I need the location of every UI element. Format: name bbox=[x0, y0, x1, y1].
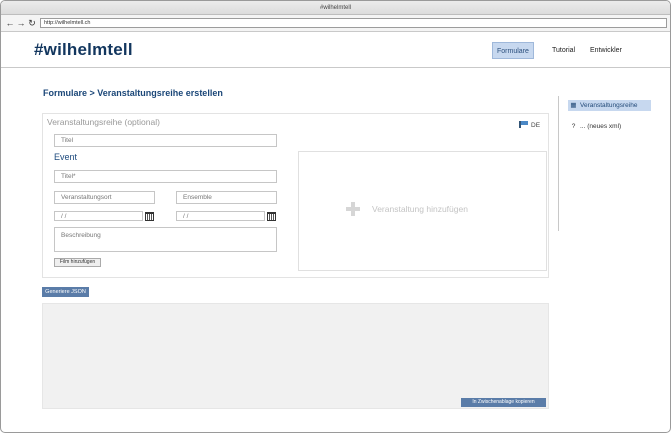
nav-tutorial[interactable]: Tutorial bbox=[548, 42, 579, 59]
sidebar-divider bbox=[558, 96, 559, 231]
back-icon[interactable]: ← bbox=[5, 18, 15, 28]
add-event-label: Veranstaltung hinzufügen bbox=[372, 204, 468, 214]
sidebar-item-label: Veranstaltungsreihe bbox=[580, 102, 638, 109]
json-output-area[interactable]: In Zwischenablage kopieren bbox=[42, 303, 549, 409]
flag-icon bbox=[519, 121, 528, 128]
site-header: #wilhelmtell Formulare Tutorial Entwickl… bbox=[1, 32, 670, 68]
add-event-area[interactable]: Veranstaltung hinzufügen bbox=[298, 151, 547, 271]
event-title-input[interactable]: Titel* bbox=[54, 170, 277, 183]
sidebar-item-veranstaltungsreihe[interactable]: ▦ Veranstaltungsreihe bbox=[568, 100, 651, 111]
copy-to-clipboard-button[interactable]: In Zwischenablage kopieren bbox=[461, 398, 546, 407]
browser-window: #wilhelmtell ← → ↻ http://wilhelmtell.ch… bbox=[0, 0, 671, 433]
panel-title: Veranstaltungsreihe (optional) bbox=[47, 117, 160, 127]
add-film-button[interactable]: Film hinzufügen bbox=[54, 258, 101, 267]
venue-input[interactable]: Veranstaltungsort bbox=[54, 191, 155, 204]
sidebar-item-label: ... (neues xml) bbox=[580, 123, 622, 130]
sidebar-item-new-xml[interactable]: ? ... (neues xml) bbox=[568, 121, 622, 132]
nav-formulare[interactable]: Formulare bbox=[492, 42, 534, 59]
site-logo[interactable]: #wilhelmtell bbox=[34, 40, 133, 60]
help-icon: ? bbox=[571, 123, 576, 130]
series-title-input[interactable]: Titel bbox=[54, 134, 277, 147]
date-to-input[interactable]: / / bbox=[176, 211, 265, 221]
generate-json-button[interactable]: Generiere JSON bbox=[42, 287, 89, 297]
language-label: DE bbox=[531, 122, 541, 129]
url-field[interactable]: http://wilhelmtell.ch bbox=[40, 18, 667, 28]
window-title: #wilhelmtell bbox=[1, 1, 670, 15]
ensemble-input[interactable]: Ensemble bbox=[176, 191, 277, 204]
plus-icon bbox=[346, 202, 360, 216]
calendar-icon[interactable] bbox=[145, 212, 154, 221]
reload-icon[interactable]: ↻ bbox=[27, 18, 37, 28]
calendar-icon: ▦ bbox=[570, 102, 577, 109]
forward-icon[interactable]: → bbox=[16, 18, 26, 28]
event-heading: Event bbox=[54, 152, 78, 162]
date-from-input[interactable]: / / bbox=[54, 211, 143, 221]
breadcrumb: Formulare > Veranstaltungsreihe erstelle… bbox=[43, 88, 223, 98]
browser-toolbar: ← → ↻ http://wilhelmtell.ch bbox=[1, 15, 670, 32]
calendar-icon[interactable] bbox=[267, 212, 276, 221]
nav-entwickler[interactable]: Entwickler bbox=[586, 42, 626, 59]
series-form-panel: Veranstaltungsreihe (optional) DE Titel … bbox=[42, 113, 549, 278]
language-selector[interactable]: DE bbox=[519, 121, 540, 129]
description-textarea[interactable]: Beschreibung bbox=[54, 227, 277, 252]
